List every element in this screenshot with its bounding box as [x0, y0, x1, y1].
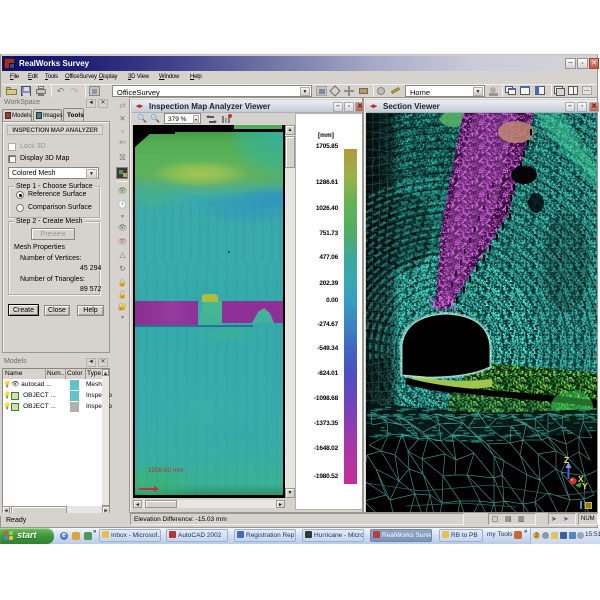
svg-text:Y: Y: [582, 481, 588, 491]
